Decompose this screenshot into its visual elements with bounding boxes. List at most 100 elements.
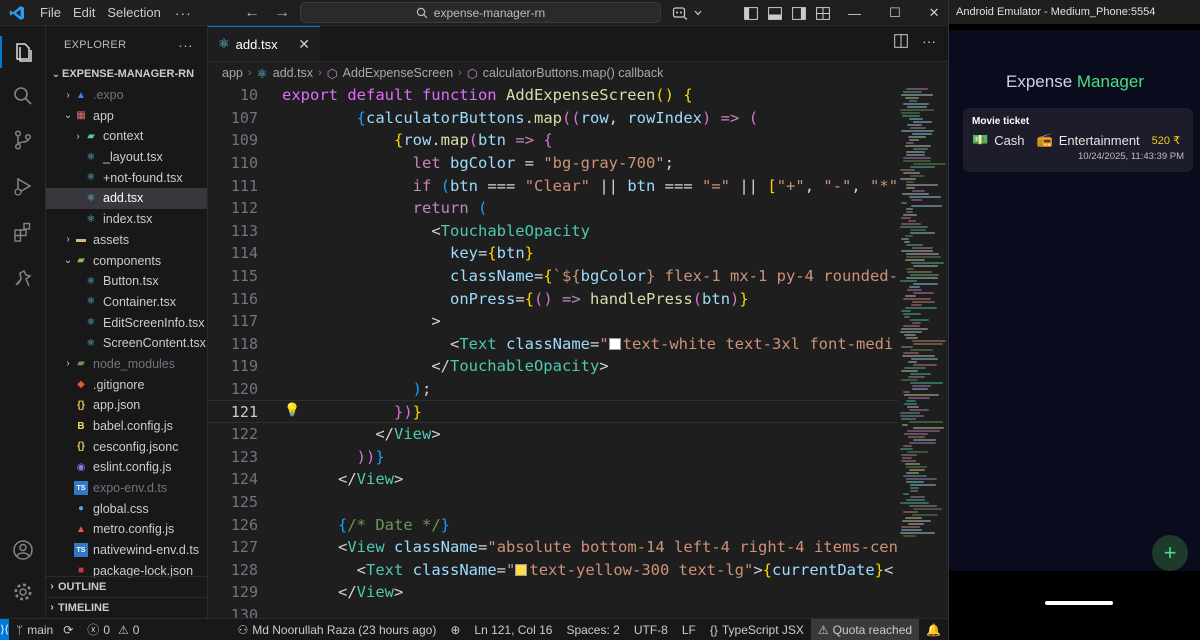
color-swatch-icon[interactable] [515, 563, 528, 576]
timeline-label: TIMELINE [58, 601, 110, 614]
git-blame[interactable]: ⚇ Md Noorullah Raza (23 hours ago) [230, 623, 443, 637]
zoom-indicator[interactable]: ⊕ [443, 623, 467, 637]
command-center-search[interactable]: expense-manager-rn [300, 2, 661, 23]
minimap-line [903, 352, 919, 354]
menu-selection[interactable]: Selection [101, 0, 166, 26]
minimize-icon[interactable]: — [848, 6, 861, 21]
forward-arrow-icon[interactable]: → [274, 4, 290, 22]
tree-item-metro-config[interactable]: ▲ metro.config.js [46, 519, 207, 540]
back-arrow-icon[interactable]: ← [244, 4, 260, 22]
breadcrumb-item[interactable]: AddExpenseScreen [343, 66, 454, 80]
breadcrumb-item[interactable]: app [222, 66, 243, 80]
tab-close-icon[interactable]: ✕ [298, 36, 310, 53]
language-mode[interactable]: {} TypeScript JSX [703, 623, 811, 637]
tree-item-cesconfig[interactable]: {} cesconfig.jsonc [46, 436, 207, 457]
explorer-root-folder[interactable]: ⌄ EXPENSE-MANAGER-RN [46, 64, 207, 85]
code-text: ); [412, 380, 432, 399]
menu-more-icon[interactable]: ··· [167, 5, 200, 21]
error-count: 0 [103, 622, 110, 637]
menu-edit[interactable]: Edit [67, 0, 101, 26]
tree-item-label: components [93, 253, 162, 268]
tree-item-layout[interactable]: ⚛ _layout.tsx [46, 147, 207, 168]
minimap-line [913, 265, 938, 267]
tree-item-container[interactable]: ⚛ Container.tsx [46, 292, 207, 313]
code-line: 122 </View> [208, 423, 898, 446]
code-editor[interactable]: 10 export default function AddExpenseScre… [208, 84, 898, 618]
tree-item-global-css[interactable]: ● global.css [46, 498, 207, 519]
tree-item-eslint-config[interactable]: ◉ eslint.config.js [46, 457, 207, 478]
tree-item-node-modules[interactable]: › ▰ node_modules [46, 354, 207, 375]
notifications-icon[interactable]: 🔔 [919, 623, 948, 637]
toggle-sidebar-icon[interactable] [744, 6, 758, 20]
tree-item-screen-content[interactable]: ⚛ ScreenContent.tsx [46, 333, 207, 354]
tree-item-gitignore[interactable]: ◆ .gitignore [46, 374, 207, 395]
minimap-line [906, 337, 918, 339]
explorer-more-icon[interactable]: ··· [178, 37, 193, 53]
minimap-line [901, 310, 911, 312]
code-text: <Text className=" text-white text-3xl fon… [449, 334, 894, 353]
color-swatch-icon[interactable] [608, 337, 621, 350]
tree-item-button[interactable]: ⚛ Button.tsx [46, 271, 207, 292]
tree-item-label: Container.tsx [103, 294, 176, 309]
layout-controls [744, 0, 830, 26]
remote-indicator-icon[interactable]: ⟩⟨ [0, 618, 10, 640]
problems-indicator[interactable]: ⓧ 0 ⚠ 0 [80, 621, 146, 638]
chevron-down-icon[interactable] [694, 10, 702, 16]
minimap-line [913, 439, 936, 441]
tree-item-app-json[interactable]: {} app.json [46, 395, 207, 416]
run-debug-icon[interactable] [9, 172, 37, 200]
tree-item-label: app [93, 108, 114, 123]
explorer-icon[interactable] [9, 38, 37, 66]
tree-item-label: node_modules [93, 356, 176, 371]
close-icon[interactable]: ✕ [929, 5, 940, 21]
tree-item-context[interactable]: › ▰ context [46, 126, 207, 147]
emulator-title-bar: Android Emulator - Medium_Phone:5554 [949, 0, 1200, 24]
settings-gear-icon[interactable] [9, 578, 37, 606]
copilot-quota[interactable]: ⚠ Quota reached [810, 618, 920, 640]
tree-item-components[interactable]: ⌄ ▰ components [46, 250, 207, 271]
maximize-icon[interactable]: ☐ [889, 5, 901, 21]
breadcrumb-item[interactable]: calculatorButtons.map() callback [483, 66, 664, 80]
tree-item-expo[interactable]: › ▲ .expo [46, 85, 207, 106]
branch-name: main [27, 622, 54, 637]
timeline-section[interactable]: › TIMELINE [46, 597, 207, 617]
tree-item-label: index.tsx [103, 212, 153, 227]
tree-item-babel-config[interactable]: B babel.config.js [46, 416, 207, 437]
menu-file[interactable]: File [34, 0, 67, 26]
minimap-line [913, 364, 937, 366]
editor-more-icon[interactable]: ··· [922, 34, 936, 48]
tab-add-tsx[interactable]: ⚛ add.tsx ✕ [208, 26, 320, 61]
indentation[interactable]: Spaces: 2 [559, 623, 626, 637]
source-control-icon[interactable] [9, 126, 37, 154]
tree-item-app[interactable]: ⌄ ▦ app [46, 105, 207, 126]
tree-item-add[interactable]: ⚛ add.tsx [46, 188, 207, 209]
extensions-icon[interactable] [9, 218, 37, 246]
toggle-panel-icon[interactable] [768, 6, 782, 20]
tree-item-not-found[interactable]: ⚛ +not-found.tsx [46, 167, 207, 188]
add-expense-button[interactable]: + [1152, 535, 1188, 571]
home-gesture-pill[interactable] [1045, 601, 1113, 605]
copilot-icon[interactable] [672, 6, 688, 20]
expo-kangaroo-icon[interactable] [9, 264, 37, 292]
minimap[interactable] [898, 84, 948, 618]
cursor-position[interactable]: Ln 121, Col 16 [467, 623, 559, 637]
code-line: 115 className={`${bgColor} flex-1 mx-1 p… [208, 265, 898, 288]
customize-layout-icon[interactable] [816, 6, 830, 20]
tree-item-edit-screen-info[interactable]: ⚛ EditScreenInfo.tsx [46, 312, 207, 333]
tree-item-assets[interactable]: › ▬ assets [46, 230, 207, 251]
toggle-secondary-sidebar-icon[interactable] [792, 6, 806, 20]
tree-item-index[interactable]: ⚛ index.tsx [46, 209, 207, 230]
outline-section[interactable]: › OUTLINE [46, 576, 207, 596]
active-indicator [0, 36, 2, 68]
accounts-icon[interactable] [9, 536, 37, 564]
minimap-line [900, 502, 929, 504]
split-editor-icon[interactable] [894, 34, 908, 48]
tree-item-nativewind-env[interactable]: TS nativewind-env.d.ts [46, 540, 207, 561]
tree-item-expo-env[interactable]: TS expo-env.d.ts [46, 478, 207, 499]
branch-indicator[interactable]: ᛘ main ⟳ [9, 623, 80, 637]
breadcrumb-item[interactable]: add.tsx [273, 66, 313, 80]
search-view-icon[interactable] [9, 82, 37, 110]
end-of-line[interactable]: LF [675, 623, 703, 637]
expense-card[interactable]: Movie ticket 💵 Cash 📻 Entertainment 520 … [963, 108, 1193, 172]
encoding[interactable]: UTF-8 [627, 623, 675, 637]
